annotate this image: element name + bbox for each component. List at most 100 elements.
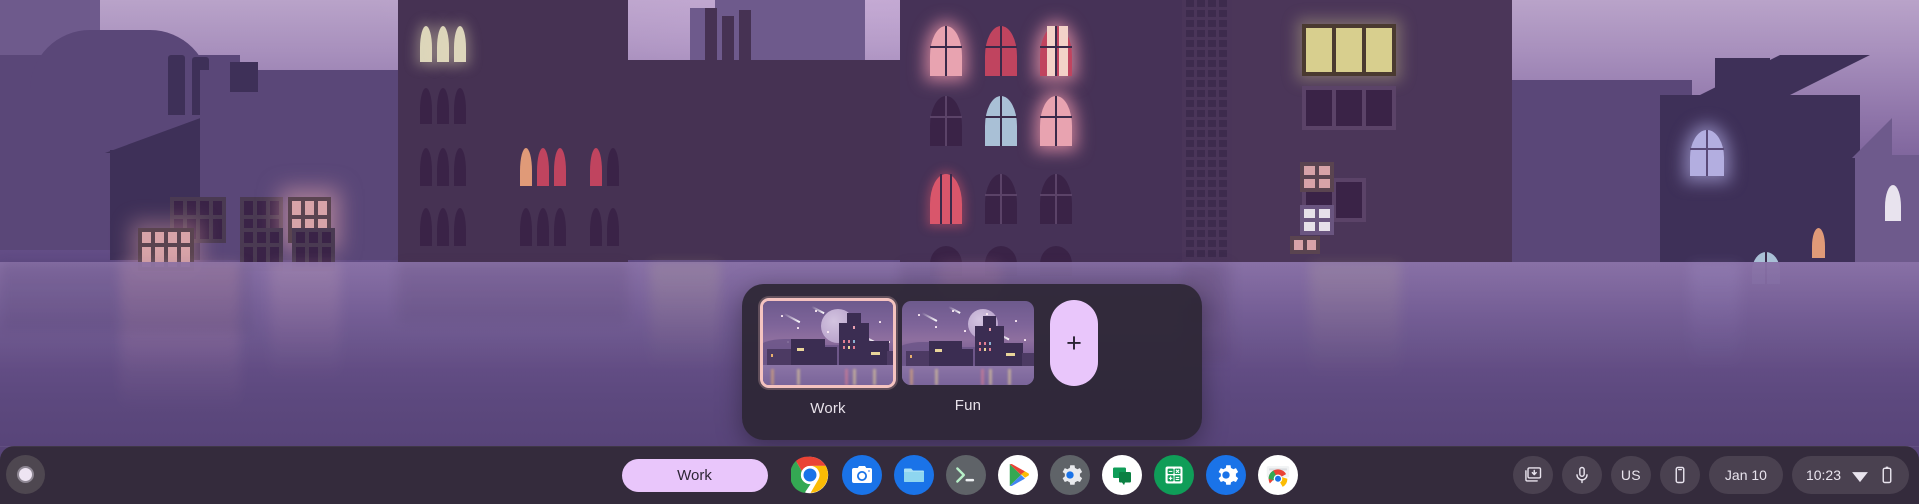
window: [437, 88, 449, 124]
building-silhouette: [825, 347, 837, 365]
wifi-icon: [1852, 472, 1868, 483]
shelf-icon-chrome-canary[interactable]: [1257, 455, 1298, 495]
window: [537, 148, 549, 186]
launcher-icon: [17, 466, 34, 483]
window: [520, 208, 532, 246]
desk-preview-thumbnail[interactable]: [760, 298, 896, 388]
shelf-icon-messages[interactable]: [1101, 455, 1142, 495]
chimney: [705, 8, 717, 66]
building-silhouette: [1660, 95, 1860, 262]
window: [590, 208, 602, 246]
roof-shape: [1852, 118, 1892, 158]
building-silhouette: [767, 349, 791, 365]
chimney: [739, 10, 751, 66]
gear-icon: [1218, 465, 1238, 485]
folder-icon: [903, 468, 924, 482]
desk-preview-image: [763, 301, 893, 385]
microphone-button[interactable]: [1561, 456, 1602, 494]
window-grid-lit: [1302, 24, 1396, 76]
roof-shape: [1780, 55, 1870, 100]
desk-label: Fun: [954, 397, 982, 414]
microphone-icon: [1576, 466, 1588, 484]
reflection-glow: [1310, 262, 1400, 382]
reflection-shape: [0, 262, 250, 332]
building-silhouette: [230, 62, 258, 92]
building-silhouette: [1022, 353, 1034, 366]
chrome-canary-icon: [1266, 466, 1289, 487]
status-area[interactable]: US Jan 10 10:23: [1512, 446, 1909, 504]
date-button[interactable]: Jan 10: [1708, 456, 1783, 494]
window: [420, 208, 432, 246]
building-silhouette: [791, 339, 825, 365]
window-grid-lit: [1290, 236, 1320, 254]
window: [607, 208, 619, 246]
desk-item-fun[interactable]: Fun: [898, 298, 1038, 414]
window-grid-lit: [1300, 162, 1334, 192]
desk-item-work[interactable]: Work: [758, 298, 898, 417]
window: [1885, 185, 1901, 221]
desk-preview-thumbnail[interactable]: [902, 301, 1034, 385]
building-silhouette: [983, 316, 996, 366]
keyboard-layout-label: US: [1620, 467, 1641, 483]
window-grid: [1300, 205, 1334, 235]
chimney: [168, 55, 185, 115]
window: [454, 26, 466, 62]
building-silhouette: [887, 351, 893, 365]
chimney-brick-grid: [1186, 0, 1227, 257]
window: [454, 148, 466, 186]
keyboard-layout-button[interactable]: US: [1610, 456, 1651, 494]
window: [607, 148, 619, 186]
desk-preview-image: [902, 301, 1034, 385]
window: [554, 148, 566, 186]
building-silhouette: [906, 351, 929, 366]
window: [420, 88, 432, 124]
window: [420, 148, 432, 186]
add-desk-button[interactable]: +: [1050, 300, 1098, 386]
window: [420, 26, 432, 62]
shelf-icon-camera[interactable]: [841, 455, 882, 495]
desktop-wallpaper[interactable]: Work Fun +: [0, 0, 1919, 504]
window: [437, 26, 449, 62]
reflection-glow: [1690, 262, 1740, 372]
reflection-shape: [398, 262, 628, 322]
building-silhouette: [847, 313, 861, 365]
shelf-icon-settings[interactable]: [1205, 455, 1246, 495]
screen-capture-button[interactable]: [1512, 456, 1553, 494]
shelf-icon-chrome[interactable]: [790, 455, 830, 495]
date-label: Jan 10: [1724, 467, 1767, 483]
water-reflection: [902, 366, 1034, 385]
building-silhouette: [929, 341, 962, 366]
window: [437, 148, 449, 186]
calculator-icon: [1165, 466, 1182, 484]
shelf-icon-files[interactable]: [893, 455, 934, 495]
active-desk-button[interactable]: Work: [621, 458, 768, 492]
shelf-icon-calculator[interactable]: [1153, 455, 1194, 495]
window: [537, 208, 549, 246]
shelf-icon-play-store[interactable]: [997, 455, 1038, 495]
shelf[interactable]: Work US Jan 10 10:23: [0, 446, 1919, 504]
desk-switcher-bar[interactable]: Work Fun +: [742, 284, 1202, 440]
window: [454, 208, 466, 246]
window: [454, 88, 466, 124]
building-silhouette: [620, 60, 920, 260]
reflection-glow: [650, 262, 720, 372]
desk-label: Work: [810, 400, 846, 417]
window: [437, 208, 449, 246]
phone-hub-button[interactable]: [1659, 456, 1700, 494]
play-store-icon: [1009, 464, 1029, 486]
chimney: [722, 16, 734, 66]
reflection-glow: [270, 262, 340, 382]
launcher-button[interactable]: [6, 455, 45, 494]
shelf-icon-terminal[interactable]: [945, 455, 986, 495]
messages-icon: [1112, 467, 1131, 486]
window: [1690, 130, 1724, 176]
window: [590, 148, 602, 186]
window: [1812, 228, 1825, 258]
gear-icon: [1062, 465, 1082, 485]
shelf-icon-android-settings[interactable]: [1049, 455, 1090, 495]
chrome-icon: [790, 456, 828, 494]
window: [1040, 26, 1072, 76]
building-silhouette: [962, 349, 973, 366]
unified-system-tray-button[interactable]: 10:23: [1791, 456, 1909, 494]
terminal-icon: [955, 467, 974, 483]
